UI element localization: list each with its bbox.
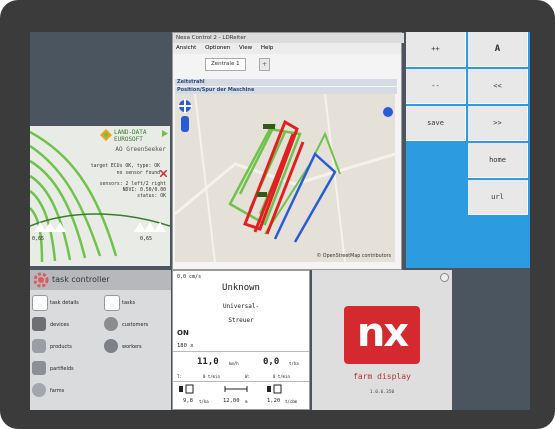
speed-readout: 0,0 cm/s <box>177 274 202 280</box>
menu-help[interactable]: Help <box>261 45 274 51</box>
farm-display-title: farm display <box>353 372 411 381</box>
menu-view[interactable]: View <box>239 45 252 51</box>
t-label: T: <box>177 374 182 379</box>
section-position[interactable]: Position/Spur der Maschine <box>175 87 397 94</box>
implement-subtitle2: Streuer <box>228 317 254 324</box>
map-view[interactable]: © OpenStreetMap contributors <box>175 94 395 262</box>
menu-bar: Ansicht Optionen View Help <box>173 43 401 54</box>
greenseeker-name: AO GreenSeeker <box>115 146 166 153</box>
farm-icon <box>32 383 46 397</box>
task-controller-header: task controller <box>30 270 171 290</box>
barrel-icon <box>32 339 46 353</box>
bottom-mid-unit: m <box>245 399 248 404</box>
value-left: 0,65 <box>32 236 45 242</box>
status-sensors: sensors: 2 left/2 right <box>99 182 166 187</box>
plus-button[interactable]: ++ <box>406 32 466 67</box>
button-grid: ++ A -- << save >> home url <box>406 32 530 268</box>
logo-line1: LAND-DATA <box>114 129 147 136</box>
greenseeker-panel: LAND-DATA EUROSOFT AO GreenSeeker target… <box>30 126 170 266</box>
status-target: target ECUs OK, type: OK <box>90 164 160 169</box>
devices-label: devices <box>50 322 70 328</box>
spreader-panel: 0,0 cm/s Unknown Universal- Streuer ON 1… <box>172 270 310 410</box>
big-right-value: 0,0 <box>263 357 280 367</box>
divider-2 <box>173 381 309 382</box>
big-right-unit: t/ha <box>289 361 299 366</box>
task-details-label: task details <box>50 300 79 306</box>
version-label: 1.0.6.350 <box>369 390 395 395</box>
task-controller-title: task controller <box>52 275 110 284</box>
tasks-label: tasks <box>122 300 136 306</box>
logo-text: nx <box>356 310 409 356</box>
w-value: 0 t/min <box>273 374 290 379</box>
bottom-left-unit: t/ha <box>199 399 209 404</box>
task-details-item[interactable]: task details <box>30 292 100 314</box>
workers-label: workers <box>122 344 142 350</box>
status-sensor: no sensor found <box>116 171 160 176</box>
tab-zentrale[interactable]: Zentrale 1 <box>205 58 246 71</box>
tab-add[interactable]: + <box>259 58 270 71</box>
close-icon[interactable] <box>440 273 449 282</box>
home-button[interactable]: home <box>468 143 528 178</box>
tractor-icon <box>32 317 46 331</box>
screen: LAND-DATA EUROSOFT AO GreenSeeker target… <box>30 32 530 410</box>
save-button[interactable]: save <box>406 106 466 141</box>
url-button[interactable]: url <box>468 180 528 215</box>
implement-subtitle1: Universal- <box>222 303 260 310</box>
bottom-left-value: 9,8 <box>183 398 193 404</box>
t-value: 0 t/min <box>203 374 220 379</box>
status-ndvi: NDVI: 0.50/0.00 <box>122 188 166 193</box>
workers-item[interactable]: workers <box>102 336 171 358</box>
back-button[interactable]: << <box>468 69 528 104</box>
w-label: W: <box>245 374 250 379</box>
task-controller-panel: task controller task details tasks devic… <box>30 270 171 410</box>
customer-icon <box>104 317 118 331</box>
value-180: 180 x <box>177 343 194 349</box>
gear-icon <box>33 272 49 288</box>
error-x-icon <box>160 170 167 177</box>
customers-label: customers <box>122 322 149 328</box>
logo-line2: EUROSOFT <box>114 136 143 143</box>
minus-button[interactable]: -- <box>406 69 466 104</box>
partfields-label: partfields <box>50 366 74 372</box>
forward-button[interactable]: >> <box>468 106 528 141</box>
products-label: products <box>50 344 72 350</box>
farms-item[interactable]: farms <box>30 380 100 402</box>
nx-logo: nx <box>344 306 420 364</box>
spreader-icons <box>179 384 282 394</box>
map-tracks-icon <box>175 94 395 262</box>
bottom-right-unit: t/cbm <box>285 399 298 404</box>
bottom-mid-value: 12,00 <box>223 398 240 404</box>
menu-ansicht[interactable]: Ansicht <box>176 45 196 51</box>
bottom-right-value: 1,20 <box>267 398 281 404</box>
a-button[interactable]: A <box>468 32 528 67</box>
big-left-unit: km/h <box>229 361 239 366</box>
field-icon <box>32 361 46 375</box>
status-text: status: OK <box>137 194 166 199</box>
document-icon <box>104 295 120 311</box>
partfields-item[interactable]: partfields <box>30 358 100 380</box>
window-title: Nexa Control 2 - LDReiter <box>173 33 404 43</box>
map-window: Nexa Control 2 - LDReiter Ansicht Option… <box>172 32 404 270</box>
osm-attribution: © OpenStreetMap contributors <box>316 254 391 259</box>
menu-optionen[interactable]: Optionen <box>205 45 230 51</box>
tasks-item[interactable]: tasks <box>102 292 171 314</box>
devices-item[interactable]: devices <box>30 314 100 336</box>
value-right: 0,65 <box>140 236 153 242</box>
section-zeitstrahl[interactable]: Zeitstrahl <box>175 79 397 86</box>
products-item[interactable]: products <box>30 336 100 358</box>
worker-icon <box>104 339 118 353</box>
on-state: ON <box>177 329 189 337</box>
magnifier-icon <box>32 295 48 311</box>
customers-item[interactable]: customers <box>102 314 171 336</box>
divider <box>173 351 309 352</box>
farm-display-panel[interactable]: nx farm display 1.0.6.350 <box>312 270 452 410</box>
play-icon[interactable] <box>162 130 168 137</box>
logo-title: LAND-DATA EUROSOFT <box>114 129 147 143</box>
farms-label: farms <box>50 388 65 394</box>
land-data-logo-icon <box>100 129 112 141</box>
big-left-value: 11,0 <box>197 357 219 367</box>
implement-title: Unknown <box>222 283 260 293</box>
